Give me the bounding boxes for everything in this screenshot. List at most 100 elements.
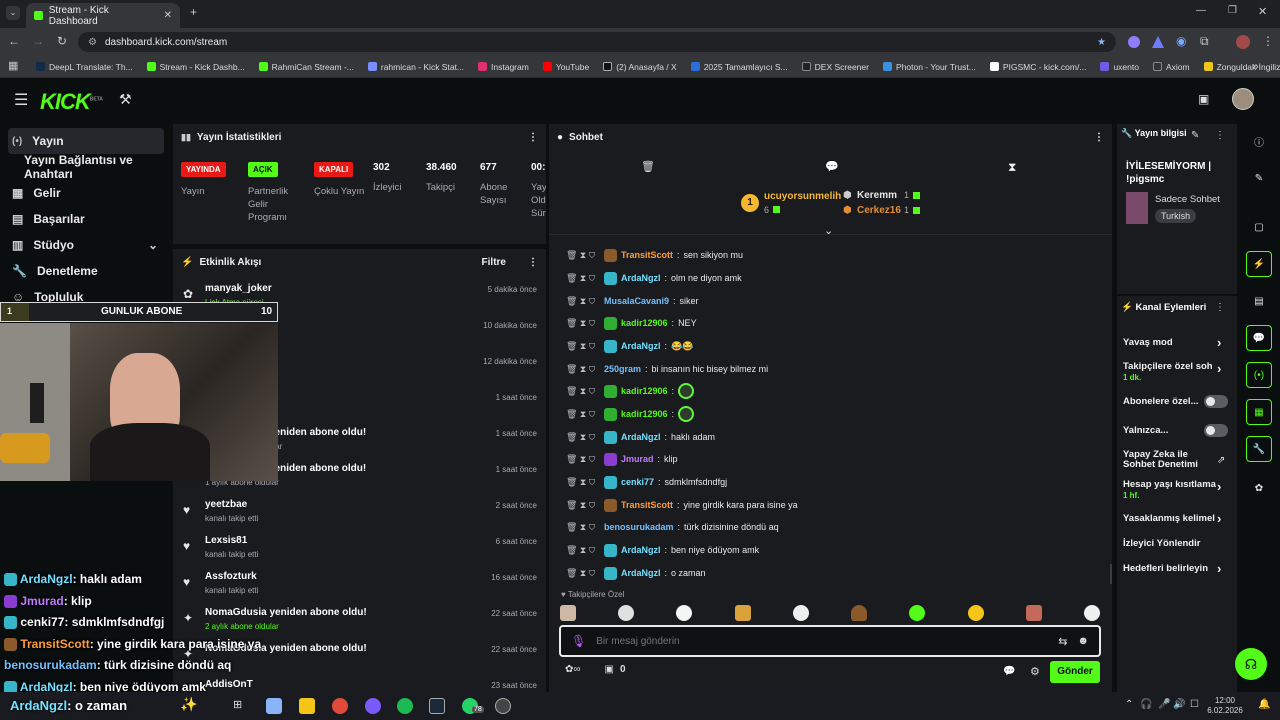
action-ai-moderation[interactable]: Yapay Zeka ile Sohbet Denetimi bbox=[1123, 450, 1215, 470]
emote-icon[interactable] bbox=[676, 605, 693, 621]
mod-tools[interactable]: 🗑 ⧗ ⛉ bbox=[560, 341, 600, 352]
extension-icon[interactable] bbox=[1128, 36, 1140, 48]
mod-tools[interactable]: 🗑 ⧗ ⛉ bbox=[560, 296, 600, 307]
external-link-icon[interactable]: ⇗ bbox=[1217, 455, 1225, 466]
sidebar-item-stream-key[interactable]: Yayın Bağlantısı ve Anahtarı bbox=[0, 153, 172, 181]
close-window-icon[interactable]: ✕ bbox=[1258, 5, 1267, 18]
chat-message[interactable]: 🗑 ⧗ ⛉ cenki77: sdmklmfsdndfgj bbox=[560, 473, 727, 491]
chat-message[interactable]: 🗑 ⧗ ⛉ kadir12906: bbox=[560, 382, 698, 400]
sidebar-item-denetleme[interactable]: 🔧 Denetleme bbox=[0, 258, 172, 284]
filter-button[interactable]: Filtre bbox=[482, 257, 506, 268]
profile-avatar-icon[interactable] bbox=[1236, 35, 1250, 49]
emote-icon[interactable] bbox=[967, 605, 984, 621]
sidebar-item-basarilar[interactable]: ▤ Başarılar bbox=[0, 206, 172, 232]
chat-message[interactable]: 🗑 ⧗ ⛉ Jmurad: klip bbox=[560, 450, 678, 468]
chat-message[interactable]: 🗑 ⧗ ⛉ kadir12906: bbox=[560, 405, 698, 423]
spotify-app-icon[interactable] bbox=[397, 698, 413, 714]
site-info-icon[interactable]: ⚙ bbox=[88, 37, 97, 48]
task-view-icon[interactable]: ⊞ bbox=[233, 698, 242, 711]
gear-icon[interactable]: ⚙ bbox=[1030, 665, 1040, 678]
chat-message[interactable]: 🗑 ⧗ ⛉ ArdaNgzl: olm ne diyon amk bbox=[560, 269, 742, 287]
trash-icon[interactable]: 🗑 bbox=[641, 160, 655, 173]
chat-message[interactable]: 🗑 ⧗ ⛉ ArdaNgzl: 😂😂 bbox=[560, 337, 693, 355]
dashboard-icon[interactable]: ▦ bbox=[1246, 399, 1272, 425]
chat-message[interactable]: 🗑 ⧗ ⛉ ArdaNgzl: ben niye ödüyom amk bbox=[560, 541, 759, 559]
volume-icon[interactable]: 🔊 bbox=[1173, 699, 1185, 710]
bolt-icon[interactable]: ⚡ bbox=[1246, 251, 1272, 277]
mod-tools[interactable]: 🗑 ⧗ ⛉ bbox=[560, 522, 600, 533]
chat-message[interactable]: 🗑 ⧗ ⛉ benosurukadam: türk dizisinine döndü… bbox=[560, 518, 779, 536]
chat-message[interactable]: 🗑 ⧗ ⛉ TransitScott: yine girdik kara para … bbox=[560, 496, 798, 514]
mod-tools[interactable]: 🗑 ⧗ ⛉ bbox=[560, 386, 600, 397]
chat-input-box[interactable]: 🎙 ⇆ ☻ bbox=[559, 625, 1101, 657]
bookmark-item[interactable]: Stream - Kick Dashb... bbox=[146, 62, 245, 72]
edit-icon[interactable]: ✎ bbox=[1191, 130, 1199, 141]
sidebar-item-studyo[interactable]: ▥ Stüdyo ⌄ bbox=[0, 232, 172, 258]
bookmark-item[interactable]: YouTube bbox=[542, 62, 589, 72]
info-icon[interactable]: ⓘ bbox=[1246, 128, 1272, 154]
widgets-icon[interactable]: ✨ bbox=[180, 696, 197, 713]
mod-tools[interactable]: 🗑 ⧗ ⛉ bbox=[560, 318, 600, 329]
bookmark-item[interactable]: DEX Screener bbox=[801, 62, 869, 72]
chat-message[interactable]: 🗑 ⧗ ⛉ kadir12906: NEY bbox=[560, 314, 697, 332]
minimize-icon[interactable]: — bbox=[1196, 5, 1206, 16]
bookmark-item[interactable]: DeepL Translate: Th... bbox=[36, 62, 133, 72]
chat-icon[interactable]: 💬 bbox=[825, 160, 839, 173]
community-icon[interactable]: ✿ bbox=[1246, 475, 1272, 501]
mod-tools[interactable]: 🗑 ⧗ ⛉ bbox=[560, 409, 600, 420]
maximize-icon[interactable]: ❐ bbox=[1228, 5, 1237, 16]
chat-message[interactable]: 🗑 ⧗ ⛉ ArdaNgzl: o zaman bbox=[560, 564, 706, 582]
apps-grid-icon[interactable]: ▦ bbox=[8, 59, 18, 72]
action-account-age[interactable]: Hesap yaşı kısıtlama 1 hf. › bbox=[1123, 479, 1235, 501]
chat-settings-bubble-icon[interactable]: 💬 bbox=[1003, 666, 1015, 677]
hammer-icon[interactable]: ⚒ bbox=[119, 91, 132, 108]
chat-input[interactable] bbox=[596, 635, 1049, 647]
users-icon[interactable]: ✿∞ bbox=[565, 664, 581, 675]
action-goals[interactable]: Hedefleri belirleyin › bbox=[1123, 561, 1235, 576]
action-raid[interactable]: İzleyici Yönlendir bbox=[1123, 538, 1235, 549]
more-bookmarks-icon[interactable]: » bbox=[1252, 59, 1259, 73]
obs-app-icon[interactable] bbox=[495, 698, 511, 714]
close-tab-icon[interactable]: ✕ bbox=[164, 10, 172, 21]
screen-icon[interactable]: ▢ bbox=[1246, 214, 1272, 240]
discord-app-icon[interactable] bbox=[365, 698, 381, 714]
chat-message[interactable]: 🗑 ⧗ ⛉ TransitScott: sen sikiyon mu bbox=[560, 246, 743, 264]
mod-tools[interactable]: 🗑 ⧗ ⛉ bbox=[560, 568, 600, 579]
wrench-icon[interactable]: 🔧 bbox=[1246, 436, 1272, 462]
wallet-icon[interactable]: ▣ bbox=[1198, 92, 1209, 106]
emote-icon[interactable] bbox=[618, 605, 635, 621]
bookmark-item[interactable]: Instagram bbox=[478, 62, 529, 72]
forward-icon[interactable]: → bbox=[32, 34, 44, 48]
action-followers-only[interactable]: Takipçilere özel soh 1 dk. › bbox=[1123, 361, 1235, 383]
sidebar-item-gelir[interactable]: ▦ Gelir bbox=[0, 180, 172, 206]
explorer-app-icon[interactable] bbox=[266, 698, 282, 714]
more-options-icon[interactable]: ⋮ bbox=[1215, 130, 1225, 141]
bookmark-item[interactable]: Photon - Your Trust... bbox=[882, 62, 976, 72]
chat-icon[interactable]: 💬 bbox=[1246, 325, 1272, 351]
kick-logo[interactable]: KICKBETA bbox=[40, 89, 103, 115]
clock[interactable]: 12:00 6.02.2026 bbox=[1205, 696, 1245, 716]
tray-chevron-icon[interactable]: ⌃ bbox=[1125, 699, 1133, 710]
notification-bell-icon[interactable]: 🔔 bbox=[1258, 699, 1270, 710]
mod-tools[interactable]: 🗑 ⧗ ⛉ bbox=[560, 500, 600, 511]
mod-tools[interactable]: 🗑 ⧗ ⛉ bbox=[560, 273, 600, 284]
subscribers-only-toggle[interactable] bbox=[1204, 395, 1228, 408]
extension-icon[interactable] bbox=[1152, 36, 1164, 48]
emote-icon[interactable] bbox=[734, 605, 751, 621]
emotes-only-toggle[interactable] bbox=[1204, 424, 1228, 437]
emote-icon[interactable] bbox=[851, 605, 868, 621]
url-field[interactable]: ⚙ dashboard.kick.com/stream ★ bbox=[78, 32, 1116, 52]
emoji-icon[interactable]: ☻ bbox=[1077, 635, 1089, 647]
sidebar-item-yayin[interactable]: (•) Yayın bbox=[8, 128, 164, 154]
browser-menu-icon[interactable]: ⋮ bbox=[1262, 34, 1274, 48]
action-banned-words[interactable]: Yasaklanmış kelimel › bbox=[1123, 511, 1235, 526]
bookmark-item[interactable]: Axiom bbox=[1152, 62, 1190, 72]
mod-tools[interactable]: 🗑 ⧗ ⛉ bbox=[560, 477, 600, 488]
user-avatar[interactable] bbox=[1232, 88, 1254, 110]
send-button[interactable]: Gönder bbox=[1050, 661, 1100, 683]
bookmark-item[interactable]: 2025 Tamamlayıcı S... bbox=[690, 62, 788, 72]
chrome-app-icon[interactable] bbox=[332, 698, 348, 714]
more-options-icon[interactable]: ⋮ bbox=[528, 257, 538, 268]
extensions-puzzle-icon[interactable]: ⧉ bbox=[1200, 34, 1209, 49]
action-slow-mode[interactable]: Yavaş mod › bbox=[1123, 335, 1235, 350]
